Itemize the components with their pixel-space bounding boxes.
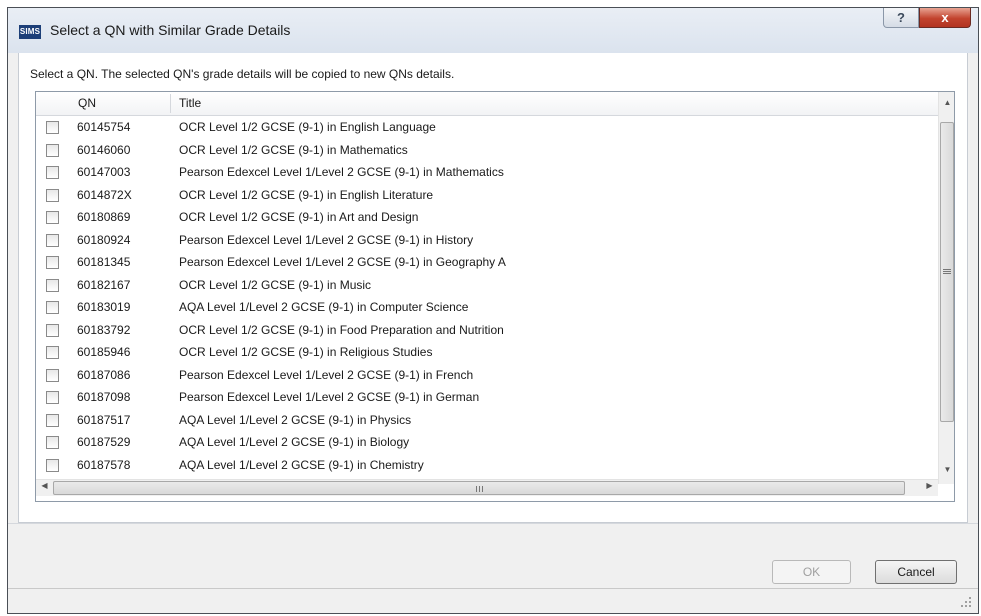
help-button[interactable]: ? <box>883 8 919 28</box>
grid-rows: 60145754 OCR Level 1/2 GCSE (9-1) in Engl… <box>36 117 938 479</box>
grip-icon <box>476 486 477 492</box>
row-checkbox[interactable] <box>46 166 59 179</box>
scroll-down-icon[interactable]: ▼ <box>939 465 954 474</box>
row-qn: 60180869 <box>77 210 131 224</box>
row-checkbox[interactable] <box>46 413 59 427</box>
table-row[interactable]: 60183019 AQA Level 1/Level 2 GCSE (9-1) i… <box>36 297 938 320</box>
row-checkbox[interactable] <box>46 188 59 202</box>
row-checkbox[interactable] <box>46 391 59 404</box>
window-title: Select a QN with Similar Grade Details <box>50 22 291 38</box>
table-row[interactable]: 60187517 AQA Level 1/Level 2 GCSE (9-1) i… <box>36 410 938 433</box>
row-qn: 60182167 <box>77 277 131 292</box>
row-qn: 60180924 <box>77 232 131 247</box>
row-qn: 60146060 <box>77 142 131 157</box>
row-checkbox[interactable] <box>46 323 59 337</box>
row-qn: 60145754 <box>77 120 131 134</box>
row-checkbox[interactable] <box>46 458 59 472</box>
row-title: Pearson Edexcel Level 1/Level 2 GCSE (9-… <box>179 165 504 179</box>
grip-icon <box>482 486 483 492</box>
row-checkbox[interactable] <box>46 121 59 134</box>
scroll-right-icon[interactable]: ▶ <box>921 481 938 490</box>
title-bar[interactable]: SIMS Select a QN with Similar Grade Deta… <box>8 8 978 53</box>
row-qn: 60187529 <box>77 435 131 449</box>
row-qn: 60183792 <box>77 322 131 337</box>
row-qn: 60187517 <box>77 412 131 427</box>
row-checkbox[interactable] <box>46 278 59 292</box>
table-row[interactable]: 60183792 OCR Level 1/2 GCSE (9-1) in Food… <box>36 320 938 343</box>
row-checkbox[interactable] <box>46 233 59 247</box>
row-qn: 60187578 <box>77 457 131 472</box>
row-qn: 60185946 <box>77 345 131 359</box>
row-checkbox[interactable] <box>46 436 59 449</box>
table-row[interactable]: 60187578 AQA Level 1/Level 2 GCSE (9-1) i… <box>36 455 938 478</box>
dialog-window: SIMS Select a QN with Similar Grade Deta… <box>7 7 979 614</box>
row-title: AQA Level 1/Level 2 GCSE (9-1) in Chemis… <box>179 457 424 472</box>
grip-icon <box>943 271 951 272</box>
row-qn: 60187086 <box>77 367 131 382</box>
vertical-scroll-thumb[interactable] <box>940 122 954 422</box>
horizontal-scroll-thumb[interactable] <box>53 481 905 495</box>
row-qn: 60147003 <box>77 165 131 179</box>
row-checkbox[interactable] <box>46 211 59 224</box>
row-checkbox[interactable] <box>46 301 59 314</box>
row-title: Pearson Edexcel Level 1/Level 2 GCSE (9-… <box>179 367 474 382</box>
row-qn: 60181345 <box>77 255 131 269</box>
row-title: OCR Level 1/2 GCSE (9-1) in English Lite… <box>179 187 434 202</box>
grid-header: QN Title <box>36 92 938 116</box>
vertical-scrollbar[interactable]: ▲ ▼ <box>938 92 954 484</box>
row-title: OCR Level 1/2 GCSE (9-1) in English Lang… <box>179 120 436 134</box>
column-header-title[interactable]: Title <box>179 92 201 115</box>
table-row[interactable]: 60146060 OCR Level 1/2 GCSE (9-1) in Math… <box>36 140 938 163</box>
table-row[interactable]: 60187086 Pearson Edexcel Level 1/Level 2 … <box>36 365 938 388</box>
row-title: Pearson Edexcel Level 1/Level 2 GCSE (9-… <box>179 255 506 269</box>
scroll-up-icon[interactable]: ▲ <box>939 98 954 107</box>
row-checkbox[interactable] <box>46 368 59 382</box>
row-title: OCR Level 1/2 GCSE (9-1) in Mathematics <box>179 142 408 157</box>
column-header-qn[interactable]: QN <box>78 92 96 115</box>
status-bar-divider <box>8 588 978 589</box>
row-qn: 60187098 <box>77 390 131 404</box>
column-divider[interactable] <box>170 94 171 113</box>
row-title: AQA Level 1/Level 2 GCSE (9-1) in Comput… <box>179 300 469 314</box>
row-title: Pearson Edexcel Level 1/Level 2 GCSE (9-… <box>179 390 480 404</box>
resize-grip-icon[interactable] <box>960 596 972 608</box>
table-row[interactable]: 60180924 Pearson Edexcel Level 1/Level 2 … <box>36 230 938 253</box>
grip-icon <box>479 486 480 492</box>
cancel-button[interactable]: Cancel <box>875 560 957 584</box>
table-row[interactable]: 60185946 OCR Level 1/2 GCSE (9-1) in Reli… <box>36 342 938 365</box>
grip-icon <box>943 269 951 270</box>
close-button[interactable]: x <box>919 8 971 28</box>
table-row[interactable]: 60181345 Pearson Edexcel Level 1/Level 2 … <box>36 252 938 275</box>
table-row[interactable]: 60180869 OCR Level 1/2 GCSE (9-1) in Art … <box>36 207 938 230</box>
table-row[interactable]: 60147003 Pearson Edexcel Level 1/Level 2 … <box>36 162 938 185</box>
table-row[interactable]: 6014872X OCR Level 1/2 GCSE (9-1) in Engl… <box>36 185 938 208</box>
table-row[interactable]: 60187529 AQA Level 1/Level 2 GCSE (9-1) i… <box>36 432 938 455</box>
row-title: OCR Level 1/2 GCSE (9-1) in Art and Desi… <box>179 210 419 224</box>
ok-button[interactable]: OK <box>772 560 851 584</box>
row-title: OCR Level 1/2 GCSE (9-1) in Religious St… <box>179 345 433 359</box>
qn-grid: QN Title 60145754 OCR Level 1/2 GCSE (9-1… <box>35 91 955 502</box>
row-checkbox[interactable] <box>46 256 59 269</box>
table-row[interactable]: 60182167 OCR Level 1/2 GCSE (9-1) in Musi… <box>36 275 938 298</box>
row-title: OCR Level 1/2 GCSE (9-1) in Food Prepara… <box>179 322 504 337</box>
row-checkbox[interactable] <box>46 143 59 157</box>
instruction-text: Select a QN. The selected QN's grade det… <box>30 67 455 81</box>
row-qn: 6014872X <box>77 187 132 202</box>
table-row[interactable]: 60187098 Pearson Edexcel Level 1/Level 2 … <box>36 387 938 410</box>
grip-icon <box>943 273 951 274</box>
table-row[interactable]: 60145754 OCR Level 1/2 GCSE (9-1) in Engl… <box>36 117 938 140</box>
horizontal-scrollbar[interactable]: ◀ ▶ <box>36 479 938 496</box>
row-title: Pearson Edexcel Level 1/Level 2 GCSE (9-… <box>179 232 474 247</box>
sims-app-icon: SIMS <box>19 25 41 39</box>
row-title: OCR Level 1/2 GCSE (9-1) in Music <box>179 277 372 292</box>
row-title: AQA Level 1/Level 2 GCSE (9-1) in Biolog… <box>179 435 410 449</box>
row-title: AQA Level 1/Level 2 GCSE (9-1) in Physic… <box>179 412 412 427</box>
scroll-left-icon[interactable]: ◀ <box>36 481 53 490</box>
row-qn: 60183019 <box>77 300 131 314</box>
footer-divider <box>8 523 978 524</box>
row-checkbox[interactable] <box>46 346 59 359</box>
